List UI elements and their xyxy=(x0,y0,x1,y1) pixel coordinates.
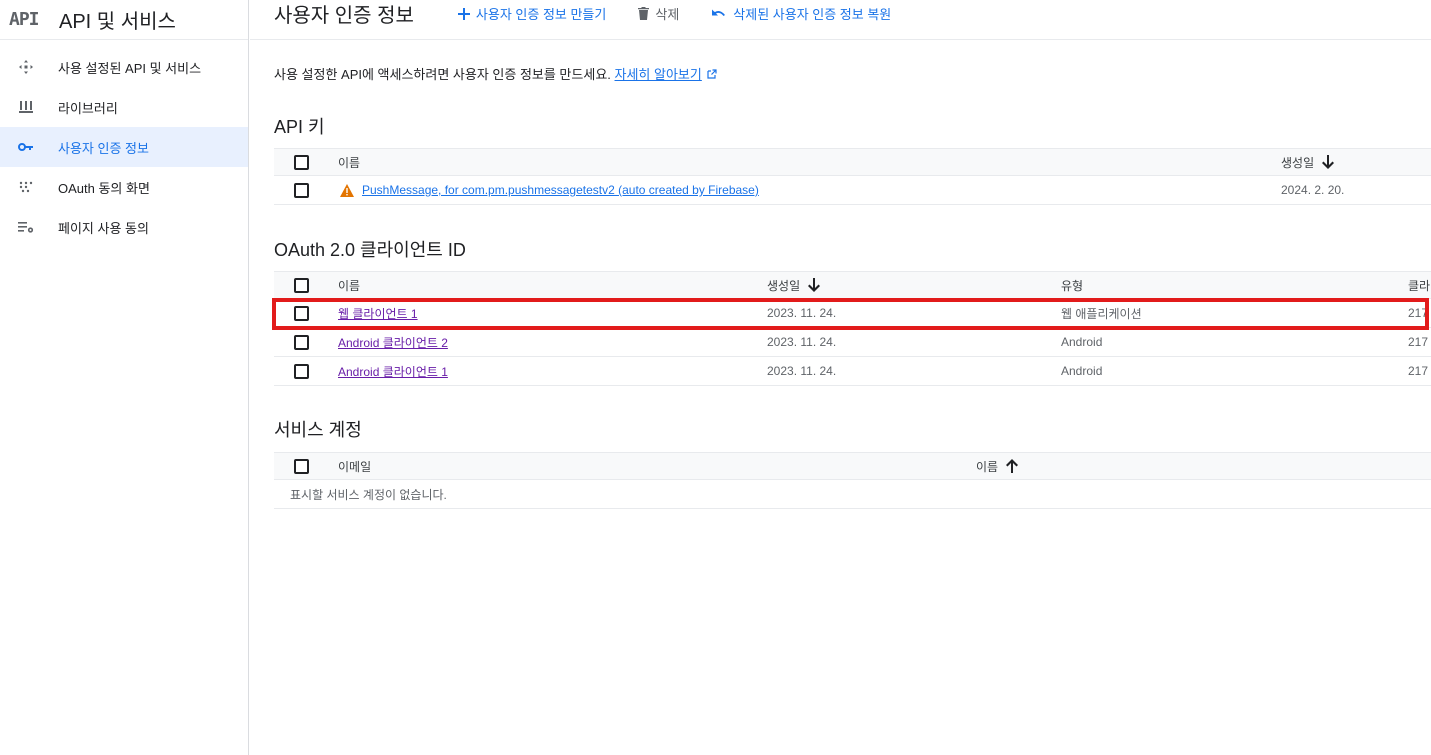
column-name[interactable]: 이름 xyxy=(338,149,360,175)
sidebar-item-label: 사용자 인증 정보 xyxy=(58,140,149,156)
learn-more-link[interactable]: 자세히 알아보기 xyxy=(615,67,702,82)
arrow-down-icon xyxy=(808,278,821,292)
delete-label: 삭제 xyxy=(655,7,680,22)
diamond-arrows-icon xyxy=(17,58,35,76)
create-credentials-button[interactable]: 사용자 인증 정보 만들기 xyxy=(457,4,607,23)
client-name[interactable]: Android 클라이언트 1 xyxy=(338,357,448,385)
external-link-icon xyxy=(707,69,718,79)
delete-button[interactable]: 삭제 xyxy=(638,4,679,23)
client-name[interactable]: Android 클라이언트 2 xyxy=(338,328,448,356)
intro-message: 사용 설정한 API에 액세스하려면 사용자 인증 정보를 만드세요. xyxy=(274,67,611,82)
api-key-name[interactable]: PushMessage, for com.pm.pushmessagetestv… xyxy=(362,176,759,204)
sidebar-item-label: 사용 설정된 API 및 서비스 xyxy=(58,60,202,76)
toolbar: 사용자 인증 정보 사용자 인증 정보 만들기 삭제 삭제된 사용자 인증 정보… xyxy=(250,0,1431,40)
sidebar-item-page-usage[interactable]: 페이지 사용 동의 xyxy=(0,207,248,247)
column-created-label: 생성일 xyxy=(767,278,801,293)
sidebar-nav: 사용 설정된 API 및 서비스 라이브러리 사용자 인증 정보 OAuth 동… xyxy=(0,40,248,247)
api-logo-icon: API xyxy=(9,9,40,30)
create-credentials-label: 사용자 인증 정보 만들기 xyxy=(475,7,607,22)
api-key-created: 2024. 2. 20. xyxy=(1281,183,1345,197)
restore-label: 삭제된 사용자 인증 정보 복원 xyxy=(733,7,892,22)
select-all-checkbox[interactable] xyxy=(294,459,309,474)
table-header: 이메일 이름 xyxy=(274,452,1431,480)
sidebar-item-label: OAuth 동의 화면 xyxy=(58,180,150,196)
column-name-label: 이름 xyxy=(976,459,999,474)
arrow-down-icon xyxy=(1322,155,1335,169)
sidebar-item-credentials[interactable]: 사용자 인증 정보 xyxy=(0,127,248,167)
column-email[interactable]: 이메일 xyxy=(338,453,371,479)
sidebar-header: API API 및 서비스 xyxy=(0,0,248,40)
key-icon xyxy=(17,138,35,156)
client-type: Android xyxy=(1061,335,1103,349)
sidebar-item-library[interactable]: 라이브러리 xyxy=(0,87,248,127)
sidebar-title: API 및 서비스 xyxy=(59,11,176,33)
api-keys-table: 이름 생성일 PushMessage, for com.pm.pushmessa… xyxy=(274,148,1431,205)
service-accounts-title: 서비스 계정 xyxy=(274,420,362,440)
client-type: Android xyxy=(1061,364,1103,378)
oauth-title: OAuth 2.0 클라이언트 ID xyxy=(274,240,466,260)
dots-grid-icon xyxy=(17,178,35,196)
table-row: Android 클라이언트 2 2023. 11. 24. Android 21… xyxy=(274,328,1431,357)
arrow-up-icon xyxy=(1006,459,1019,473)
column-client-id[interactable]: 클라 xyxy=(1408,272,1430,298)
client-created: 2023. 11. 24. xyxy=(767,364,837,378)
highlight-box xyxy=(272,298,1429,330)
empty-message: 표시할 서비스 계정이 없습니다. xyxy=(290,487,447,502)
column-created-label: 생성일 xyxy=(1281,155,1315,170)
select-all-checkbox[interactable] xyxy=(294,155,309,170)
library-icon xyxy=(17,98,35,116)
client-created: 2023. 11. 24. xyxy=(767,335,837,349)
page-title: 사용자 인증 정보 xyxy=(274,5,414,27)
trash-icon xyxy=(638,7,650,20)
column-type[interactable]: 유형 xyxy=(1061,272,1083,298)
column-name[interactable]: 이름 xyxy=(976,453,1019,479)
empty-row: 표시할 서비스 계정이 없습니다. xyxy=(274,480,1431,509)
table-row: PushMessage, for com.pm.pushmessagetestv… xyxy=(274,176,1431,205)
column-name[interactable]: 이름 xyxy=(338,272,360,298)
sidebar: API API 및 서비스 사용 설정된 API 및 서비스 라이브러리 사용자… xyxy=(0,0,249,755)
select-all-checkbox[interactable] xyxy=(294,278,309,293)
column-created[interactable]: 생성일 xyxy=(767,272,821,298)
api-keys-title: API 키 xyxy=(274,117,325,137)
row-checkbox[interactable] xyxy=(294,335,309,350)
main-content: 사용자 인증 정보 사용자 인증 정보 만들기 삭제 삭제된 사용자 인증 정보… xyxy=(250,0,1431,755)
table-header: 이름 생성일 유형 클라 xyxy=(274,271,1431,299)
table-row: Android 클라이언트 1 2023. 11. 24. Android 21… xyxy=(274,357,1431,386)
sidebar-item-oauth-consent[interactable]: OAuth 동의 화면 xyxy=(0,167,248,207)
undo-icon xyxy=(712,9,726,16)
restore-deleted-button[interactable]: 삭제된 사용자 인증 정보 복원 xyxy=(711,4,891,23)
client-link[interactable]: Android 클라이언트 1 xyxy=(338,363,448,380)
plus-icon xyxy=(457,7,470,20)
settings-list-icon xyxy=(17,218,35,236)
sidebar-item-label: 라이브러리 xyxy=(58,100,118,116)
table-header: 이름 생성일 xyxy=(274,148,1431,176)
api-key-link[interactable]: PushMessage, for com.pm.pushmessagetestv… xyxy=(362,183,759,197)
row-checkbox[interactable] xyxy=(294,183,309,198)
client-id: 217 xyxy=(1408,364,1429,378)
row-checkbox[interactable] xyxy=(294,364,309,379)
warning-icon xyxy=(340,176,354,204)
column-created[interactable]: 생성일 xyxy=(1281,149,1335,175)
sidebar-item-label: 페이지 사용 동의 xyxy=(58,220,149,236)
sidebar-item-enabled-apis[interactable]: 사용 설정된 API 및 서비스 xyxy=(0,47,248,87)
client-id: 217 xyxy=(1408,335,1429,349)
service-accounts-table: 이메일 이름 표시할 서비스 계정이 없습니다. xyxy=(274,452,1431,509)
client-link[interactable]: Android 클라이언트 2 xyxy=(338,334,448,351)
intro-text: 사용 설정한 API에 액세스하려면 사용자 인증 정보를 만드세요. 자세히 … xyxy=(274,64,718,83)
